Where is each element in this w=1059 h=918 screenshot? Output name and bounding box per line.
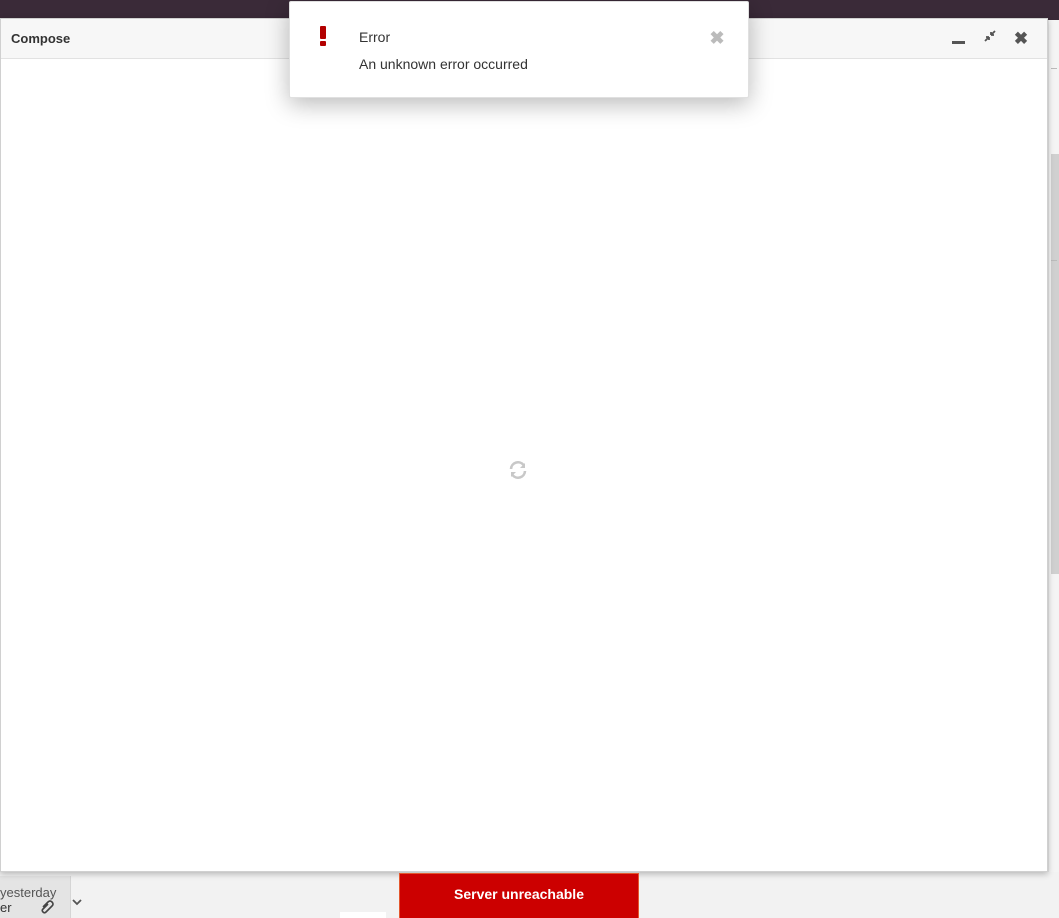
minimize-button[interactable] bbox=[949, 29, 969, 49]
compose-title: Compose bbox=[11, 31, 71, 46]
minimize-icon bbox=[952, 41, 965, 44]
mail-sender: er bbox=[0, 900, 12, 915]
error-notification: Error An unknown error occurred ✖ bbox=[289, 1, 749, 98]
compress-icon bbox=[983, 30, 997, 47]
restore-button[interactable] bbox=[980, 29, 1000, 49]
notification-close-button[interactable]: ✖ bbox=[706, 27, 728, 49]
compose-window: Compose ✖ bbox=[0, 18, 1048, 872]
server-status-banner: Server unreachable bbox=[399, 873, 639, 918]
background-divider bbox=[1051, 260, 1057, 261]
notification-message: An unknown error occurred bbox=[359, 56, 528, 72]
background-divider bbox=[340, 912, 386, 918]
background-divider bbox=[1051, 68, 1057, 69]
chevron-down-icon[interactable] bbox=[71, 896, 83, 910]
background-scroll-area bbox=[1049, 20, 1059, 918]
close-icon: ✖ bbox=[709, 28, 725, 48]
scrollbar-thumb[interactable] bbox=[1051, 154, 1059, 574]
exclamation-icon bbox=[318, 24, 328, 48]
close-button[interactable]: ✖ bbox=[1011, 29, 1031, 49]
close-icon: ✖ bbox=[1013, 29, 1029, 48]
refresh-icon bbox=[507, 459, 529, 481]
paperclip-icon bbox=[40, 900, 54, 917]
mail-date: yesterday bbox=[0, 885, 57, 900]
background-mail-item[interactable]: yesterday er bbox=[0, 876, 71, 918]
notification-title: Error bbox=[359, 29, 391, 45]
